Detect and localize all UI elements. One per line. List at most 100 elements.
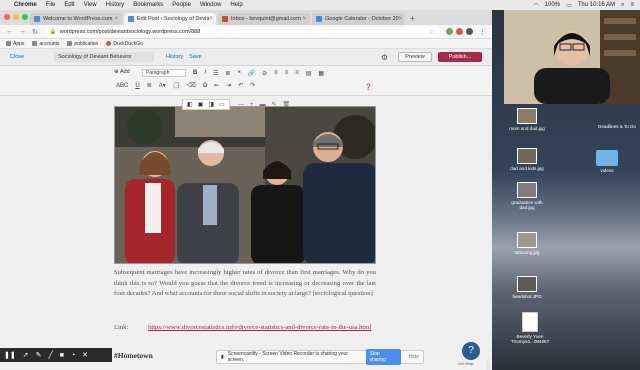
url-input[interactable]: 🔒 wordpress.com/post/deviantsociology.wo… (43, 26, 440, 37)
desktop-file-mom-and-dad[interactable]: mom and dad.jpg (508, 108, 546, 131)
italic-icon[interactable]: I (204, 70, 206, 76)
minimize-window-button[interactable] (13, 14, 19, 20)
justify-icon[interactable]: ≣ (147, 82, 152, 89)
close-editor-button[interactable]: Close (10, 54, 40, 60)
indent-icon[interactable]: ⇥ (226, 82, 231, 89)
hide-button[interactable]: Hide (409, 354, 419, 360)
align-right-image-icon[interactable]: ◨ (208, 101, 214, 108)
menu-app-name[interactable]: Chrome (14, 2, 37, 8)
pause-icon[interactable]: ❚❚ (4, 351, 16, 359)
menu-file[interactable]: File (46, 2, 56, 8)
kebab-menu-icon[interactable]: ⋮ (479, 28, 486, 36)
text-color-icon[interactable]: A▾ (159, 82, 166, 89)
battery-percent[interactable]: 100% (545, 2, 560, 8)
wifi-icon[interactable]: ◠ (533, 2, 538, 9)
bookmark-accounts[interactable]: accounts (32, 41, 59, 47)
link-icon[interactable]: 🔗 (248, 70, 255, 77)
desktop-folder-videos[interactable]: videos (588, 150, 626, 173)
get-help-label[interactable]: Get Help (458, 361, 474, 366)
menu-bookmarks[interactable]: Bookmarks (133, 2, 163, 8)
menu-window[interactable]: Window (200, 2, 221, 8)
menu-list-icon[interactable]: ≡ (630, 2, 634, 8)
bookmark-publication[interactable]: publication (67, 41, 98, 47)
desktop-file-document[interactable]: Beverly Yuen Thompsö...084867 (508, 312, 552, 344)
bookmark-duckduckgo[interactable]: DuckDuckGo (106, 41, 143, 47)
desktop-file-tattooing[interactable]: tattooing.jpg (508, 232, 546, 255)
help-icon[interactable]: ❓ (365, 84, 372, 91)
maximize-window-button[interactable] (22, 14, 28, 20)
caption-icon[interactable]: ▬ (260, 102, 266, 108)
get-help-icon[interactable]: ? (462, 342, 480, 360)
family-photo[interactable] (114, 106, 376, 264)
battery-icon[interactable]: ▭ (566, 2, 572, 9)
add-media-button[interactable]: ⊕ Add (114, 69, 130, 75)
post-paragraph[interactable]: Subsequent marriages have increasingly h… (114, 268, 376, 300)
site-title[interactable]: Sociology of Deviant Behavior (54, 52, 154, 62)
bookmark-apps[interactable]: Apps (6, 41, 24, 47)
cursor-icon[interactable]: ➚ (23, 351, 29, 359)
reload-icon[interactable]: ↻ (32, 28, 38, 36)
numbered-list-icon[interactable]: ≣ (225, 70, 230, 77)
camera-icon[interactable]: ■ (60, 352, 64, 359)
tab-welcome[interactable]: Welcome to WordPress.com × (30, 13, 122, 25)
new-tab-icon[interactable]: + (410, 14, 415, 23)
tab-calendar[interactable]: Google Calendar - October 20 × (312, 13, 404, 25)
desktop-deadlines-text[interactable]: Deadlines & To Do (594, 124, 640, 129)
special-character-icon[interactable]: Ω (203, 83, 208, 89)
clear-formatting-icon[interactable]: ⌫ (187, 82, 195, 89)
align-left-icon[interactable]: ≡ (274, 70, 278, 76)
align-center-icon[interactable]: ≡ (285, 70, 289, 76)
back-icon[interactable]: ← (6, 28, 13, 35)
toolbar-toggle-icon[interactable]: ▦ (318, 70, 324, 77)
statistics-link[interactable]: https://www.divorcestatistics.info/divor… (148, 324, 371, 331)
desktop-file-dad-and-kids[interactable]: dad and kids.jpg (508, 148, 546, 171)
menu-view[interactable]: View (84, 2, 97, 8)
gear-icon[interactable]: ⚙ (381, 53, 388, 62)
blockquote-icon[interactable]: ❝ (237, 70, 240, 77)
more-tag-icon[interactable]: ▤ (306, 70, 312, 77)
extension-icon[interactable] (446, 28, 453, 35)
close-tab-icon[interactable]: × (399, 16, 403, 22)
bold-icon[interactable]: B (193, 70, 197, 76)
publish-button[interactable]: Publish... (438, 52, 482, 62)
timer-icon[interactable]: ◔ (71, 352, 75, 359)
post-content-area[interactable]: ◧ ▣ ◨ ▭ — + ▬ ✎ 🗑 Subsequent marriages h… (0, 96, 492, 360)
profile-avatar[interactable] (466, 28, 473, 35)
save-link[interactable]: Save (189, 54, 202, 60)
bullet-list-icon[interactable]: ☰ (213, 70, 218, 77)
stop-sharing-button[interactable]: Stop sharing (365, 349, 401, 365)
edit-image-icon[interactable]: ✎ (272, 101, 277, 108)
extension-icon[interactable] (456, 28, 463, 35)
align-left-image-icon[interactable]: ◧ (187, 101, 193, 108)
align-right-icon[interactable]: ≡ (295, 70, 299, 76)
search-icon[interactable]: ⌕ (621, 2, 624, 9)
preview-button[interactable]: Preview (398, 52, 432, 62)
clock[interactable]: Thu 10:16 AM (578, 2, 615, 8)
strikethrough-icon[interactable]: ABC (116, 83, 128, 89)
menu-help[interactable]: Help (230, 2, 242, 8)
menu-people[interactable]: People (172, 2, 191, 8)
hometown-heading[interactable]: #Hometown (114, 351, 153, 360)
align-none-image-icon[interactable]: ▭ (219, 101, 225, 108)
pen-icon[interactable]: ✎ (36, 351, 42, 359)
outdent-icon[interactable]: ⇤ (214, 82, 219, 89)
close-icon[interactable]: ✕ (82, 351, 88, 359)
paragraph-format-select[interactable]: Paragraph (142, 69, 186, 77)
close-tab-icon[interactable]: × (302, 16, 306, 22)
desktop-file-graduation[interactable]: graduation with dad.jpg (508, 182, 546, 210)
unlink-icon[interactable]: ⊘ (262, 70, 267, 77)
close-window-button[interactable] (4, 14, 10, 20)
tab-edit-post[interactable]: Edit Post ‹ Sociology of Devia × (124, 13, 216, 25)
highlighter-icon[interactable]: ╱ (48, 351, 52, 359)
menu-history[interactable]: History (106, 2, 125, 8)
undo-icon[interactable]: ↶ (238, 82, 243, 89)
plus-icon[interactable]: + (250, 102, 254, 108)
tab-inbox[interactable]: Inbox - bevquint@gmail.com × (218, 13, 310, 25)
close-tab-icon[interactable]: × (209, 16, 213, 22)
paste-text-icon[interactable]: 📋 (173, 82, 180, 89)
align-center-image-icon[interactable]: ▣ (198, 101, 204, 108)
underline-icon[interactable]: U (135, 83, 139, 89)
history-link[interactable]: History (166, 54, 183, 60)
forward-icon[interactable]: → (19, 28, 26, 35)
remove-image-icon[interactable]: 🗑 (283, 101, 291, 108)
